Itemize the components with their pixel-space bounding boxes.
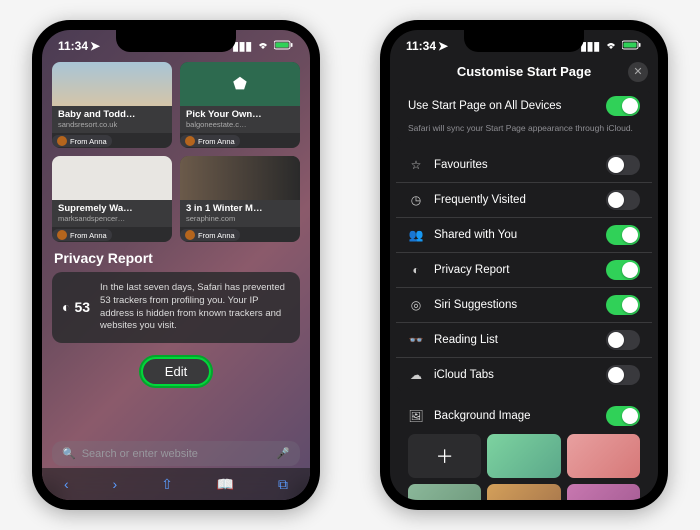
clock-icon: ◷ bbox=[408, 193, 424, 207]
from-pill: From Anna bbox=[180, 135, 240, 147]
background-thumb[interactable] bbox=[567, 434, 640, 478]
option-toggle[interactable] bbox=[606, 155, 640, 175]
sync-hint: Safari will sync your Start Page appeara… bbox=[396, 123, 652, 142]
shared-card[interactable]: ⬟ Pick Your Own… balgoneestate.c… From A… bbox=[180, 62, 300, 148]
from-pill: From Anna bbox=[52, 135, 112, 147]
background-toggle[interactable] bbox=[606, 406, 640, 426]
edit-button[interactable]: Edit bbox=[141, 357, 211, 386]
option-label: Reading List bbox=[434, 334, 498, 346]
option-toggle[interactable] bbox=[606, 295, 640, 315]
bookmarks-icon[interactable]: 📖 bbox=[217, 476, 234, 493]
option-toggle[interactable] bbox=[606, 190, 640, 210]
card-subtitle: balgoneestate.c… bbox=[186, 120, 294, 129]
image-icon: 🖼 bbox=[408, 409, 424, 423]
status-time: 11:34 bbox=[406, 39, 436, 53]
card-subtitle: seraphine.com bbox=[186, 214, 294, 223]
card-image bbox=[180, 156, 300, 200]
tabs-icon[interactable]: ⧉ bbox=[278, 476, 288, 493]
search-icon: 🔍 bbox=[62, 447, 76, 460]
all-devices-label: Use Start Page on All Devices bbox=[408, 100, 561, 112]
card-subtitle: sandsresort.co.uk bbox=[58, 120, 166, 129]
option-label: Siri Suggestions bbox=[434, 299, 517, 311]
search-input[interactable]: 🔍 Search or enter website 🎤 bbox=[52, 441, 300, 466]
card-title: 3 in 1 Winter M… bbox=[186, 203, 294, 214]
wifi-icon bbox=[604, 39, 618, 53]
add-background-button[interactable]: ＋ bbox=[408, 434, 481, 478]
glasses-icon: 👓 bbox=[408, 333, 424, 347]
option-toggle[interactable] bbox=[606, 225, 640, 245]
tracker-count: 53 bbox=[74, 298, 90, 317]
location-icon: ➤ bbox=[90, 39, 100, 53]
forward-icon[interactable]: › bbox=[113, 476, 118, 492]
card-image bbox=[52, 62, 172, 106]
shield-icon: ◐ bbox=[62, 298, 70, 317]
avatar bbox=[57, 230, 67, 240]
cloud-icon: ☁ bbox=[408, 368, 424, 382]
shared-card[interactable]: Baby and Todd… sandsresort.co.uk From An… bbox=[52, 62, 172, 148]
card-subtitle: marksandspencer… bbox=[58, 214, 166, 223]
back-icon[interactable]: ‹ bbox=[64, 476, 69, 492]
avatar bbox=[185, 230, 195, 240]
option-row-shared-with-you: 👥 Shared with You bbox=[396, 217, 652, 252]
mic-icon[interactable]: 🎤 bbox=[276, 447, 290, 460]
option-row-favourites: ☆ Favourites bbox=[396, 148, 652, 182]
sheet-title: Customise Start Page bbox=[457, 64, 591, 79]
card-title: Pick Your Own… bbox=[186, 109, 294, 120]
siri-icon: ◎ bbox=[408, 298, 424, 312]
status-time: 11:34 bbox=[58, 39, 88, 53]
background-thumb[interactable] bbox=[487, 434, 560, 478]
option-row-reading-list: 👓 Reading List bbox=[396, 322, 652, 357]
star-icon: ☆ bbox=[408, 158, 424, 172]
location-icon: ➤ bbox=[438, 39, 448, 53]
background-thumb[interactable] bbox=[567, 484, 640, 500]
shared-card[interactable]: Supremely Wa… marksandspencer… From Anna bbox=[52, 156, 172, 242]
privacy-body: In the last seven days, Safari has preve… bbox=[100, 282, 290, 333]
card-image bbox=[52, 156, 172, 200]
all-devices-row: Use Start Page on All Devices bbox=[396, 89, 652, 123]
option-label: iCloud Tabs bbox=[434, 369, 494, 381]
option-row-frequently-visited: ◷ Frequently Visited bbox=[396, 182, 652, 217]
option-row-icloud-tabs: ☁ iCloud Tabs bbox=[396, 357, 652, 392]
option-toggle[interactable] bbox=[606, 260, 640, 280]
option-label: Favourites bbox=[434, 159, 488, 171]
background-label: Background Image bbox=[434, 410, 531, 422]
option-toggle[interactable] bbox=[606, 330, 640, 350]
share-icon[interactable]: ⇧ bbox=[161, 476, 173, 493]
privacy-report-heading: Privacy Report bbox=[54, 250, 300, 266]
option-toggle[interactable] bbox=[606, 365, 640, 385]
battery-icon bbox=[622, 39, 642, 53]
card-title: Supremely Wa… bbox=[58, 203, 166, 214]
card-image: ⬟ bbox=[180, 62, 300, 106]
close-button[interactable]: ✕ bbox=[628, 62, 648, 82]
search-placeholder: Search or enter website bbox=[82, 448, 198, 460]
wifi-icon bbox=[256, 39, 270, 53]
from-pill: From Anna bbox=[180, 229, 240, 241]
avatar bbox=[185, 136, 195, 146]
avatar bbox=[57, 136, 67, 146]
card-title: Baby and Todd… bbox=[58, 109, 166, 120]
privacy-report-card[interactable]: ◐ 53 In the last seven days, Safari has … bbox=[52, 272, 300, 343]
bottom-toolbar: ‹ › ⇧ 📖 ⧉ bbox=[42, 468, 310, 500]
option-row-privacy-report: ◐ Privacy Report bbox=[396, 252, 652, 287]
shared-card[interactable]: 3 in 1 Winter M… seraphine.com From Anna bbox=[180, 156, 300, 242]
people-icon: 👥 bbox=[408, 228, 424, 242]
option-label: Shared with You bbox=[434, 229, 517, 241]
all-devices-toggle[interactable] bbox=[606, 96, 640, 116]
option-label: Privacy Report bbox=[434, 264, 509, 276]
from-pill: From Anna bbox=[52, 229, 112, 241]
background-thumb[interactable] bbox=[408, 484, 481, 500]
option-label: Frequently Visited bbox=[434, 194, 526, 206]
background-thumb[interactable] bbox=[487, 484, 560, 500]
battery-icon bbox=[274, 39, 294, 53]
option-row-siri-suggestions: ◎ Siri Suggestions bbox=[396, 287, 652, 322]
shield-icon: ◐ bbox=[408, 263, 424, 277]
